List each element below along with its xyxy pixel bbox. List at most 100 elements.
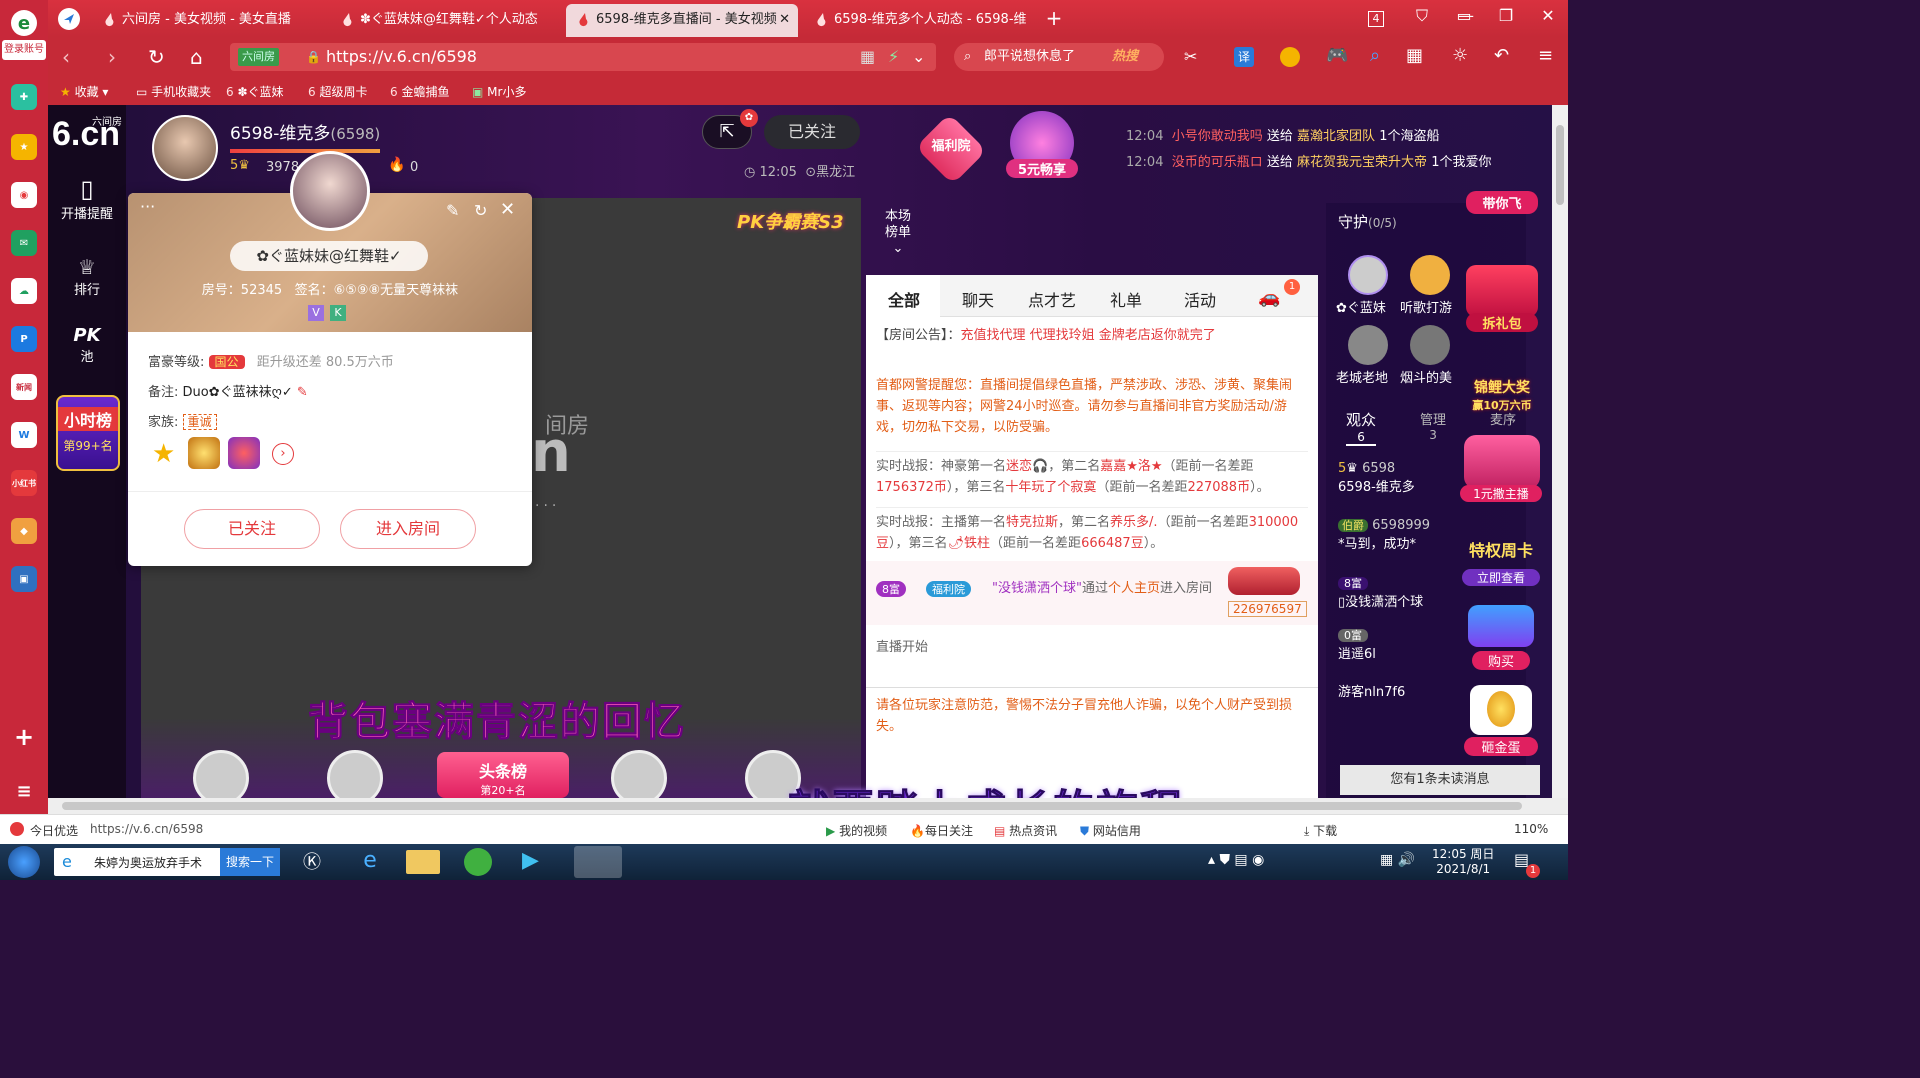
cloud-icon[interactable]: ☁ bbox=[11, 278, 37, 304]
promo-heart-image[interactable] bbox=[1464, 435, 1540, 489]
bookmark-mrxiaoduo[interactable]: ▣ Mr小多 bbox=[472, 83, 526, 100]
chevron-down-icon[interactable]: ⌄ bbox=[912, 43, 925, 71]
user-row-2[interactable]: 伯爵 6598999 *马到，成功* bbox=[1338, 517, 1430, 552]
horizontal-scrollbar[interactable] bbox=[48, 798, 1568, 814]
daily-focus[interactable]: 🔥每日关注 bbox=[910, 822, 973, 839]
anchor-avatar[interactable] bbox=[152, 115, 218, 181]
minimize-button[interactable]: — bbox=[1454, 6, 1478, 25]
shirt-icon[interactable]: ⛉ bbox=[1410, 6, 1434, 26]
zoom-level[interactable]: 110% bbox=[1514, 822, 1548, 836]
guard-name-2[interactable]: 听歌打游 bbox=[1400, 297, 1452, 316]
guard-avatar-3[interactable] bbox=[1348, 325, 1388, 365]
weibo-icon[interactable]: ◉ bbox=[11, 182, 37, 208]
tray-icons[interactable]: ▴ ⛊ ▤ ◉ bbox=[1208, 852, 1264, 868]
seat-avatar-3[interactable] bbox=[611, 750, 667, 798]
maximize-button[interactable]: ❐ bbox=[1494, 6, 1518, 25]
nav-rank[interactable]: ♕ 排行 bbox=[48, 255, 126, 298]
refresh-button[interactable]: ↻ bbox=[148, 45, 165, 69]
close-window-button[interactable]: ✕ bbox=[1536, 6, 1560, 25]
mail-icon[interactable]: ✉ bbox=[11, 230, 37, 256]
p-app-icon[interactable]: P bbox=[11, 326, 37, 352]
nav-pk-pool[interactable]: PK 池 bbox=[48, 325, 126, 365]
news-icon[interactable]: 新闻 bbox=[11, 374, 37, 400]
enter-room-button[interactable]: 进入房间 bbox=[340, 509, 476, 549]
tab-all[interactable]: 全部 bbox=[888, 287, 920, 311]
browser-icon[interactable] bbox=[464, 848, 492, 876]
menu-icon[interactable]: ≡ bbox=[11, 778, 37, 804]
promo-view-now[interactable]: 立即查看 bbox=[1462, 569, 1540, 586]
navigation-icon[interactable] bbox=[58, 8, 80, 30]
today-picks[interactable]: 今日优选 bbox=[30, 822, 78, 839]
tab-count-badge[interactable]: 4 bbox=[1368, 11, 1384, 27]
guard-name-1[interactable]: ✿ぐ蓝妹 bbox=[1336, 297, 1386, 316]
coin-icon[interactable] bbox=[1280, 47, 1300, 67]
ie-taskbar-icon[interactable]: e bbox=[350, 848, 390, 876]
translate-icon[interactable]: 译 bbox=[1234, 47, 1254, 67]
player-icon[interactable]: ▶ bbox=[522, 848, 552, 876]
seat-avatar-2[interactable] bbox=[327, 750, 383, 798]
search-box[interactable]: ⌕ 郎平说想休息了 热搜 bbox=[954, 43, 1164, 71]
guard-name-3[interactable]: 老城老地 bbox=[1336, 367, 1388, 386]
close-icon[interactable]: ✕ bbox=[500, 199, 515, 220]
grid-icon[interactable]: ▦ bbox=[1406, 45, 1423, 66]
undo-icon[interactable]: ↶ bbox=[1494, 45, 1509, 66]
guard-avatar-4[interactable] bbox=[1410, 325, 1450, 365]
fuli-label[interactable]: 福利院 bbox=[920, 135, 982, 154]
mini-app-icon[interactable]: 小红书 bbox=[11, 470, 37, 496]
promo-gift[interactable]: 拆礼包 bbox=[1466, 313, 1538, 332]
bolt-icon[interactable]: ⚡ bbox=[888, 43, 899, 71]
pk-banner[interactable]: PK争霸赛S3 bbox=[737, 208, 844, 234]
gamepad-icon[interactable]: 🎮 bbox=[1326, 45, 1348, 66]
login-button[interactable]: 登录账号 bbox=[2, 40, 46, 60]
clock[interactable]: 12:05 周日 2021/8/1 bbox=[1432, 847, 1494, 877]
ie-logo-icon[interactable]: e bbox=[11, 10, 37, 36]
promo-one-yuan[interactable]: 1元撒主播 bbox=[1460, 485, 1542, 502]
bookmark-lanmei[interactable]: 6 ✽ぐ蓝妹 bbox=[226, 83, 284, 100]
site-logo[interactable]: 六间房 6.cn bbox=[52, 111, 122, 155]
user-row-5[interactable]: 游客nln7f6 bbox=[1338, 681, 1405, 700]
hot-search-label[interactable]: 热搜 bbox=[1112, 43, 1138, 71]
tab-6598-live[interactable]: 6598-维克多直播间 - 美女视频 ✕ bbox=[566, 4, 798, 37]
scissors-icon[interactable]: ✂ bbox=[1184, 47, 1197, 66]
bookmark-favorites[interactable]: ★ 收藏 ▾ bbox=[60, 83, 108, 100]
promo-privilege[interactable]: 特权周卡 bbox=[1460, 537, 1542, 561]
promo-gift-image[interactable] bbox=[1466, 265, 1538, 317]
refresh-icon[interactable]: ↻ bbox=[474, 201, 487, 220]
medal-rose-icon[interactable] bbox=[188, 437, 220, 469]
hour-rank-badge[interactable]: 小时榜 第99+名 bbox=[56, 395, 120, 471]
tab-liujianfang[interactable]: 六间房 - 美女视频 - 美女直播 bbox=[92, 4, 322, 37]
guard-avatar-1[interactable] bbox=[1348, 255, 1388, 295]
more-icon[interactable]: ··· bbox=[140, 197, 155, 216]
user-row-3[interactable]: 8富 ▯没钱潇洒个球 bbox=[1338, 575, 1423, 610]
seat-avatar-1[interactable] bbox=[193, 750, 249, 798]
bookmark-weekcard[interactable]: 6 超级周卡 bbox=[308, 83, 367, 100]
vertical-scrollbar[interactable] bbox=[1552, 105, 1568, 798]
forward-button[interactable]: › bbox=[108, 45, 116, 69]
sun-icon[interactable]: ☼ bbox=[1452, 45, 1468, 66]
search-once-button[interactable]: 搜索一下 bbox=[220, 848, 280, 876]
tab-activity[interactable]: 活动 bbox=[1184, 287, 1216, 311]
edit-icon[interactable]: ✎ bbox=[297, 385, 308, 400]
start-button[interactable] bbox=[8, 846, 40, 878]
address-bar[interactable]: 六间房 🔒 https://v.6.cn/6598 ▦ ⚡ ⌄ bbox=[230, 43, 936, 71]
car-icon[interactable]: 🚗 bbox=[1258, 287, 1280, 308]
k-app-icon[interactable]: Ⓚ bbox=[292, 848, 332, 876]
promo-smash-egg[interactable]: 砸金蛋 bbox=[1464, 737, 1538, 756]
bookmark-mobile[interactable]: ▭ 手机收藏夹 bbox=[136, 83, 211, 100]
follow-button[interactable]: 已关注 bbox=[764, 115, 860, 149]
tab-admin[interactable]: 管理 3 bbox=[1420, 409, 1446, 442]
top-rank-badge[interactable]: 头条榜 第20+名 bbox=[437, 752, 569, 798]
medal-character-icon[interactable] bbox=[228, 437, 260, 469]
tab-lanmeimei[interactable]: ✽ぐ蓝妹妹@红舞鞋✓个人动态 bbox=[330, 4, 562, 37]
wand-icon[interactable]: ✎ bbox=[446, 201, 459, 220]
guard-avatar-2[interactable] bbox=[1410, 255, 1450, 295]
add-icon[interactable]: + bbox=[11, 723, 37, 751]
user-row-1[interactable]: 5♛ 6598 6598-维克多 bbox=[1338, 461, 1415, 495]
promo-buy[interactable]: 购买 bbox=[1472, 651, 1530, 670]
user-row-4[interactable]: 0富 逍遥6l bbox=[1338, 627, 1376, 662]
app-icon-1[interactable]: ✚ bbox=[11, 84, 37, 110]
nav-live-reminder[interactable]: ▯ 开播提醒 bbox=[48, 175, 126, 222]
medal-star-icon[interactable]: ★ bbox=[152, 439, 180, 469]
tab-chat[interactable]: 聊天 bbox=[962, 287, 994, 311]
network-volume-icons[interactable]: ▦ 🔊 bbox=[1380, 852, 1415, 868]
